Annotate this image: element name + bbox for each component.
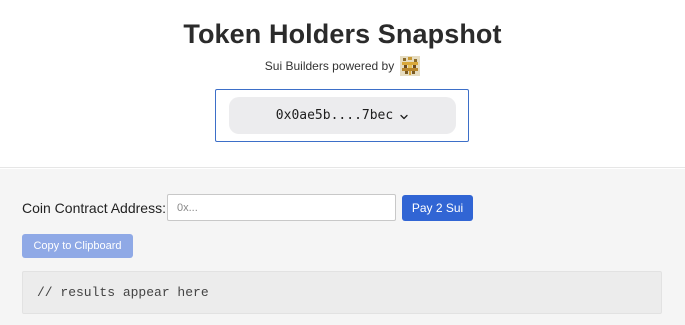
wallet-address-button[interactable]: 0x0ae5b....7bec <box>229 97 456 134</box>
results-output: // results appear here <box>22 271 662 314</box>
wallet-address: 0x0ae5b....7bec <box>275 108 394 123</box>
pixel-art-logo-icon <box>400 56 421 76</box>
pay-button[interactable]: Pay 2 Sui <box>402 195 473 221</box>
copy-to-clipboard-button[interactable]: Copy to Clipboard <box>22 234 133 258</box>
chevron-down-icon <box>399 111 409 121</box>
header-section: Token Holders Snapshot Sui Builders powe… <box>0 0 685 168</box>
results-text: // results appear here <box>37 285 209 300</box>
wallet-connect-frame: 0x0ae5b....7bec <box>215 89 469 142</box>
subtitle-row: Sui Builders powered by <box>0 56 685 76</box>
subtitle-text: Sui Builders powered by <box>264 59 395 73</box>
page-title: Token Holders Snapshot <box>183 19 502 49</box>
coin-address-input[interactable] <box>167 194 396 221</box>
coin-address-label: Coin Contract Address: <box>22 200 166 216</box>
